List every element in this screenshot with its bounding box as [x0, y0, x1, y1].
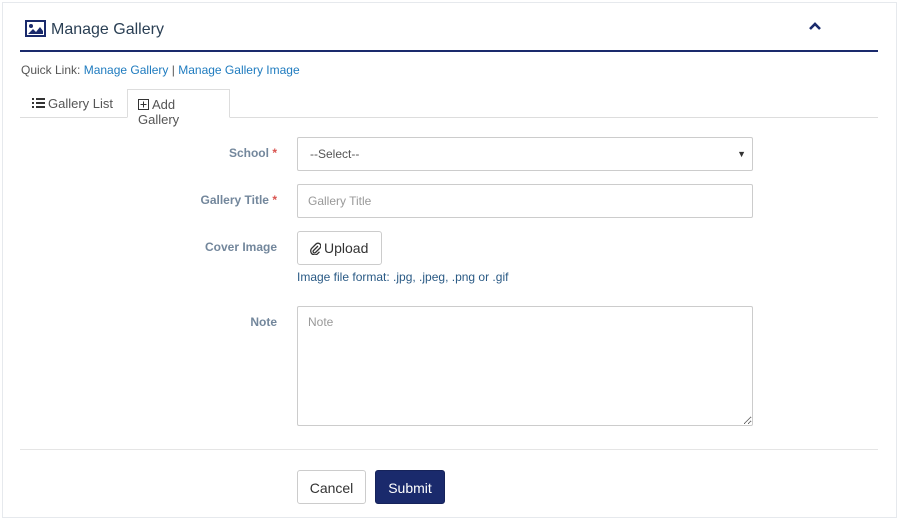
plus-square-icon — [138, 99, 149, 110]
upload-button-label: Upload — [324, 240, 369, 256]
cover-image-label: Cover Image — [157, 240, 277, 254]
school-select-value: --Select-- — [310, 147, 360, 161]
required-mark: * — [272, 193, 277, 207]
quick-link-manage-gallery-image[interactable]: Manage Gallery Image — [178, 63, 299, 77]
quick-link-separator: | — [171, 63, 175, 77]
file-format-hint: Image file format: .jpg, .jpeg, .png or … — [297, 270, 509, 284]
school-label: School * — [157, 146, 277, 160]
tab-bar: Gallery List Add Gallery — [20, 89, 878, 127]
upload-button[interactable]: Upload — [297, 231, 382, 265]
dropdown-arrow-icon: ▼ — [737, 149, 746, 159]
gallery-title-label: Gallery Title * — [157, 193, 278, 207]
note-textarea[interactable] — [297, 306, 753, 426]
tab-add-gallery[interactable]: Add Gallery — [127, 89, 230, 127]
quick-link-prefix: Quick Link: — [21, 63, 81, 77]
note-label: Note — [157, 315, 277, 329]
image-icon — [25, 20, 46, 37]
gallery-panel — [2, 2, 897, 518]
panel-header: Manage Gallery — [20, 14, 878, 52]
quick-link-manage-gallery[interactable]: Manage Gallery — [84, 63, 169, 77]
gallery-title-label-text: Gallery Title — [200, 193, 269, 207]
gallery-title-input[interactable] — [297, 184, 753, 218]
cover-image-label-text: Cover Image — [204, 240, 277, 254]
quick-link-bar: Quick Link: Manage Gallery | Manage Gall… — [21, 63, 300, 77]
chevron-up-icon[interactable] — [807, 18, 823, 34]
tab-gallery-list-label: Gallery List — [48, 96, 114, 111]
note-label-text: Note — [250, 315, 277, 329]
cancel-button[interactable]: Cancel — [297, 470, 366, 504]
submit-button[interactable]: Submit — [375, 470, 445, 504]
page-title: Manage Gallery — [51, 21, 164, 38]
school-select[interactable]: --Select-- ▼ — [297, 137, 753, 171]
required-mark: * — [272, 146, 277, 160]
school-label-text: School — [228, 146, 269, 160]
form-divider — [20, 449, 878, 450]
list-icon — [32, 98, 45, 108]
paperclip-icon — [310, 242, 322, 256]
tab-gallery-list[interactable]: Gallery List — [22, 89, 123, 118]
